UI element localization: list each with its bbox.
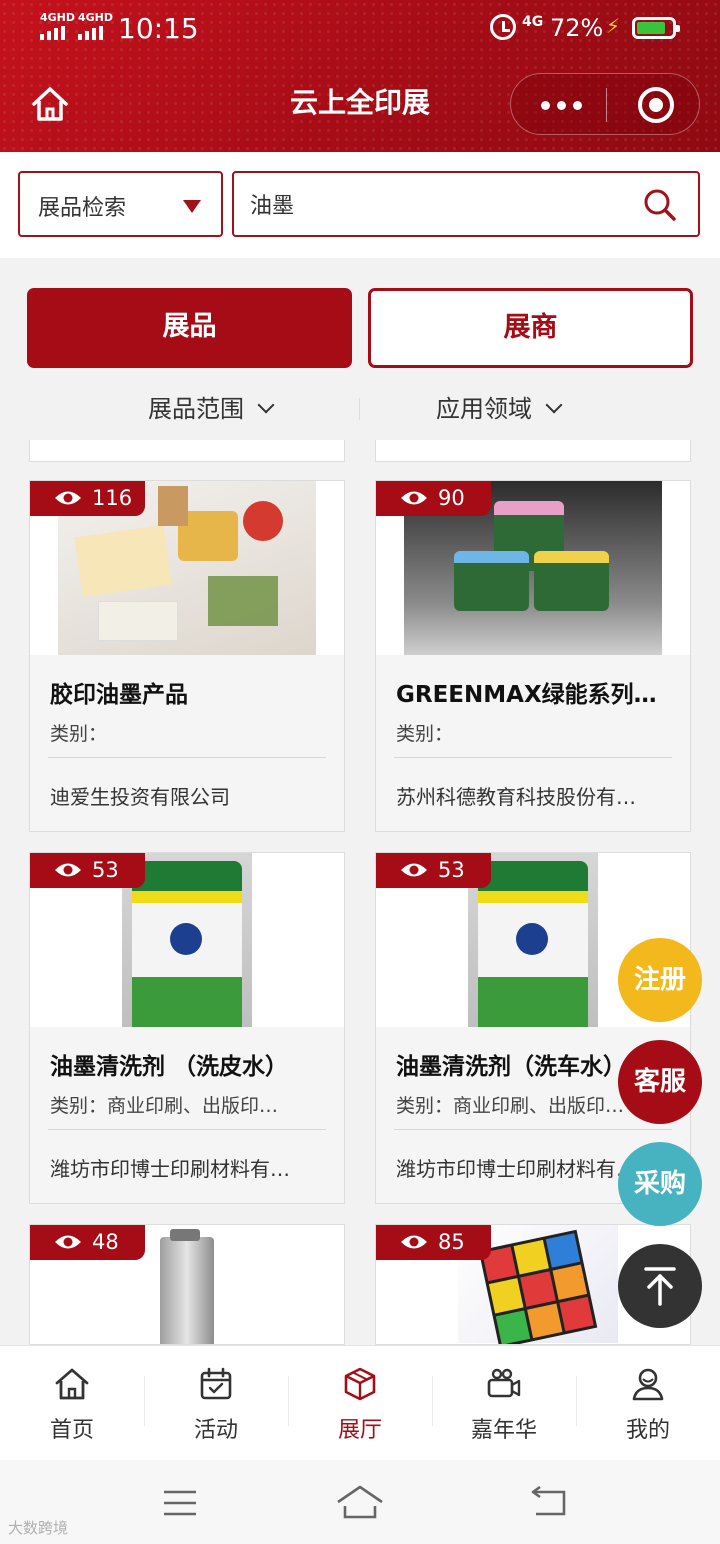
battery-icon — [632, 17, 680, 39]
product-card[interactable]: 53 油墨清洗剂 （洗皮水） 类别：商业印刷、出版印… 潍坊市印博士印刷材料有… — [29, 852, 345, 1204]
filter-exhibit-scope-label: 展品范围 — [148, 395, 244, 423]
eye-icon — [401, 863, 427, 877]
product-title: 胶印油墨产品 — [50, 682, 188, 708]
battery-percent: 72% — [550, 14, 604, 42]
product-title: GREENMAX绿能系列… — [396, 682, 657, 708]
product-category: 类别： — [50, 723, 108, 745]
product-company: 潍坊市印博士印刷材料有… — [50, 1157, 290, 1181]
eye-icon — [401, 491, 427, 505]
signal-label-1: 4GHD — [40, 11, 76, 24]
view-count: 48 — [92, 1230, 119, 1254]
alarm-icon — [490, 14, 516, 40]
machine-photo — [148, 1225, 228, 1344]
purchase-button[interactable]: 采购 — [618, 1142, 702, 1226]
tab-events[interactable]: 活动 — [144, 1346, 288, 1461]
eye-icon — [55, 1235, 81, 1249]
search-input[interactable] — [250, 187, 630, 221]
menu-icon[interactable] — [162, 1488, 198, 1518]
system-navigation-bar — [0, 1460, 720, 1544]
card-divider — [394, 757, 672, 758]
charging-icon: ⚡ — [606, 14, 621, 38]
user-icon — [632, 1368, 664, 1401]
signal-label-2: 4GHD — [78, 11, 114, 24]
product-title: 油墨清洗剂 （洗皮水） — [50, 1054, 289, 1080]
tab-profile[interactable]: 我的 — [576, 1346, 720, 1461]
search-bar: 展品检索 — [0, 152, 720, 258]
product-category: 类别： — [396, 723, 454, 745]
view-count-badge: 90 — [376, 481, 491, 516]
chevron-down-icon — [545, 396, 563, 414]
capsule-divider — [606, 88, 607, 122]
view-count: 53 — [438, 858, 465, 882]
back-icon[interactable] — [530, 1486, 568, 1518]
view-count-badge: 48 — [30, 1225, 145, 1260]
network-type: 4G — [522, 14, 544, 30]
filter-divider — [359, 398, 360, 420]
card-divider — [48, 1129, 326, 1130]
product-card[interactable]: 90 GREENMAX绿能系列… 类别： 苏州科德教育科技股份有… — [375, 480, 691, 832]
cube-icon — [344, 1367, 376, 1401]
tab-exhibitors[interactable]: 展商 — [368, 288, 693, 368]
more-icon[interactable] — [541, 101, 582, 110]
calendar-icon — [200, 1367, 232, 1400]
view-count: 116 — [92, 486, 133, 510]
card-divider — [394, 1129, 672, 1130]
tab-exhibition-hall[interactable]: 展厅 — [288, 1346, 432, 1461]
back-to-top-button[interactable] — [618, 1244, 702, 1328]
tab-home[interactable]: 首页 — [0, 1346, 144, 1461]
camera-icon — [487, 1368, 521, 1398]
chevron-down-icon — [257, 396, 275, 414]
close-target-icon[interactable] — [638, 87, 674, 123]
search-icon[interactable] — [642, 187, 678, 223]
home-icon — [55, 1368, 89, 1400]
signal-indicator-2: 4GHD — [78, 12, 113, 40]
search-field[interactable] — [232, 171, 700, 237]
view-count: 85 — [438, 1230, 465, 1254]
card-stub — [29, 440, 345, 462]
tab-carnival[interactable]: 嘉年华 — [432, 1346, 576, 1461]
filter-application-field[interactable]: 应用领域 — [436, 392, 563, 426]
view-count-badge: 53 — [30, 853, 145, 888]
view-count: 53 — [92, 858, 119, 882]
search-type-label: 展品检索 — [38, 196, 127, 221]
search-type-dropdown[interactable]: 展品检索 — [18, 171, 223, 237]
view-count: 90 — [438, 486, 465, 510]
signal-indicator-1: 4GHD — [40, 12, 75, 40]
product-category: 类别：商业印刷、出版印… — [50, 1095, 279, 1117]
product-card[interactable]: 48 — [29, 1224, 345, 1345]
register-button[interactable]: 注册 — [618, 938, 702, 1022]
tab-exhibits[interactable]: 展品 — [27, 288, 352, 368]
card-divider — [48, 757, 326, 758]
product-company: 苏州科德教育科技股份有… — [396, 785, 636, 809]
customer-service-button[interactable]: 客服 — [618, 1040, 702, 1124]
eye-icon — [55, 491, 81, 505]
caret-down-icon — [183, 200, 201, 213]
arrow-up-icon — [644, 1267, 676, 1306]
bottom-tab-bar: 首页 活动 展厅 嘉年华 我的 — [0, 1345, 720, 1460]
eye-icon — [55, 863, 81, 877]
eye-icon — [401, 1235, 427, 1249]
clock: 10:15 — [118, 12, 199, 45]
product-card[interactable]: 116 胶印油墨产品 类别： 迪爱生投资有限公司 — [29, 480, 345, 832]
card-stub — [375, 440, 691, 462]
tab-carnival-label: 嘉年华 — [470, 1418, 537, 1443]
tab-exhibition-hall-label: 展厅 — [337, 1418, 382, 1443]
mini-program-capsule — [510, 73, 700, 135]
filter-application-field-label: 应用领域 — [436, 395, 532, 423]
product-company: 迪爱生投资有限公司 — [50, 785, 230, 809]
view-count-badge: 53 — [376, 853, 491, 888]
status-bar: 4GHD 4GHD 10:15 4G 72% ⚡ — [0, 0, 720, 58]
view-count-badge: 116 — [30, 481, 145, 516]
tab-events-label: 活动 — [193, 1418, 238, 1443]
view-count-badge: 85 — [376, 1225, 491, 1260]
tab-profile-label: 我的 — [625, 1418, 670, 1443]
watermark: 大数跨境 — [8, 1519, 69, 1537]
system-home-icon[interactable] — [336, 1484, 384, 1520]
tab-home-label: 首页 — [49, 1418, 94, 1443]
app-header: 4GHD 4GHD 10:15 4G 72% ⚡ 云上全印展 — [0, 0, 720, 152]
filter-exhibit-scope[interactable]: 展品范围 — [148, 392, 275, 426]
